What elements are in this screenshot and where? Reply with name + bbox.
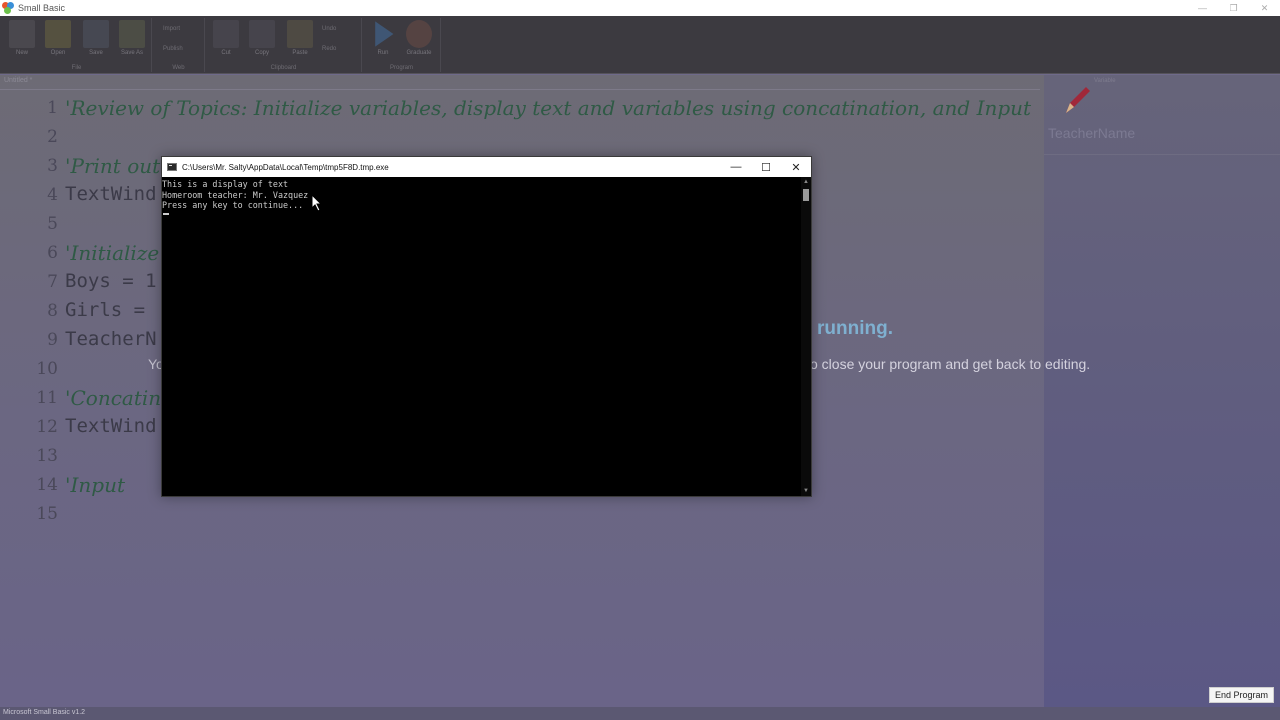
console-line: Press any key to continue...	[162, 200, 304, 211]
ribbon-group-program: Run Graduate Program	[363, 18, 441, 72]
variable-name: TeacherName	[1048, 125, 1136, 141]
code-line-comment: 'Print out	[65, 154, 161, 178]
line-number: 13	[36, 446, 58, 466]
scissors-icon	[213, 20, 239, 48]
status-bar: Microsoft Small Basic v1.2	[0, 707, 1280, 720]
save-button[interactable]: Save	[80, 20, 112, 56]
code-line: TextWind	[65, 183, 157, 205]
line-number: 10	[36, 359, 58, 379]
line-number: 1	[47, 98, 58, 118]
save-as-button[interactable]: Save As	[116, 20, 148, 56]
line-number: 3	[47, 156, 58, 176]
line-number: 5	[47, 214, 58, 234]
scroll-down-arrow-icon[interactable]: ▼	[801, 486, 811, 496]
app-title-bar: Small Basic — ❐ ✕	[0, 0, 1280, 16]
cut-button[interactable]: Cut	[210, 20, 242, 56]
new-button[interactable]: New	[6, 20, 38, 56]
variable-label: Variable	[1094, 78, 1116, 84]
code-line-comment: 'Input	[65, 473, 125, 497]
publish-button[interactable]: Publish	[163, 46, 183, 52]
copy-icon	[249, 20, 275, 48]
open-folder-icon	[45, 20, 71, 48]
pencil-icon	[1066, 87, 1090, 113]
close-button[interactable]: ✕	[1249, 0, 1280, 16]
ribbon-group-web: Import Publish Web	[153, 18, 205, 72]
restore-button[interactable]: ❐	[1218, 0, 1249, 16]
line-number: 8	[47, 301, 58, 321]
redo-button[interactable]: Redo	[322, 46, 336, 52]
new-file-icon	[9, 20, 35, 48]
code-line: Girls =	[65, 299, 146, 321]
save-as-icon	[119, 20, 145, 48]
ribbon-group-clipboard: Cut Copy Paste Undo Redo Clipboard	[206, 18, 362, 72]
line-number: 7	[47, 272, 58, 292]
undo-button[interactable]: Undo	[322, 26, 336, 32]
console-line: Homeroom teacher: Mr. Vazquez	[162, 189, 309, 200]
ribbon-group-file: New Open Save Save As File	[2, 18, 152, 72]
console-line: This is a display of text	[162, 179, 289, 189]
console-output[interactable]: This is a display of text Homeroom teach…	[162, 177, 801, 496]
mouse-pointer-icon	[311, 194, 323, 212]
copy-button[interactable]: Copy	[246, 20, 278, 56]
app-title: Small Basic	[18, 3, 66, 13]
line-number: 6	[47, 243, 58, 263]
end-program-button[interactable]: End Program	[1208, 687, 1274, 703]
ribbon-toolbar: New Open Save Save As File Import Publis…	[0, 16, 1280, 74]
code-line-comment: 'Concatin	[65, 386, 162, 410]
import-button[interactable]: Import	[163, 26, 180, 32]
line-number: 2	[47, 127, 58, 147]
running-message-end: o close your program and get back to edi…	[810, 356, 1091, 372]
line-number: 4	[47, 185, 58, 205]
scroll-thumb[interactable]	[803, 189, 809, 201]
code-line: Boys = 1	[65, 270, 157, 292]
save-disk-icon	[83, 20, 109, 48]
variable-header: Variable TeacherName	[1044, 75, 1280, 155]
minimize-button[interactable]: —	[1187, 0, 1218, 16]
line-number: 15	[36, 504, 58, 524]
version-text: Microsoft Small Basic v1.2	[3, 709, 86, 716]
console-scrollbar[interactable]: ▲ ▼	[801, 177, 811, 496]
run-button[interactable]: Run	[367, 20, 399, 56]
scroll-up-arrow-icon[interactable]: ▲	[801, 177, 811, 187]
console-app-icon	[167, 163, 177, 171]
code-line: TextWind	[65, 415, 157, 437]
code-line-comment: 'Initialize	[65, 241, 160, 265]
small-basic-logo-icon	[2, 2, 14, 14]
line-number: 9	[47, 330, 58, 350]
text-cursor	[163, 212, 169, 215]
code-line-comment: 'Review of Topics: Initialize variables,…	[65, 96, 1032, 120]
paste-button[interactable]: Paste	[284, 20, 316, 56]
console-title: C:\Users\Mr. Salty\AppData\Local\Temp\tm…	[182, 162, 389, 172]
document-tab[interactable]: Untitled *	[4, 77, 32, 84]
code-line: TeacherN	[65, 328, 157, 350]
graduate-icon	[406, 20, 432, 48]
line-number: 12	[36, 417, 58, 437]
line-number: 11	[36, 388, 58, 408]
variables-panel: Variable TeacherName End Program	[1044, 75, 1280, 707]
console-minimize-button[interactable]: —	[721, 157, 751, 177]
run-play-icon	[375, 21, 394, 47]
console-close-button[interactable]: ✕	[781, 157, 811, 177]
console-title-bar[interactable]: C:\Users\Mr. Salty\AppData\Local\Temp\tm…	[162, 157, 811, 177]
graduate-button[interactable]: Graduate	[403, 20, 435, 56]
open-button[interactable]: Open	[42, 20, 74, 56]
paste-clipboard-icon	[287, 20, 313, 48]
console-window[interactable]: C:\Users\Mr. Salty\AppData\Local\Temp\tm…	[161, 156, 812, 497]
line-number: 14	[36, 475, 58, 495]
running-status-text: running.	[817, 318, 893, 339]
console-maximize-button[interactable]: ☐	[751, 157, 781, 177]
